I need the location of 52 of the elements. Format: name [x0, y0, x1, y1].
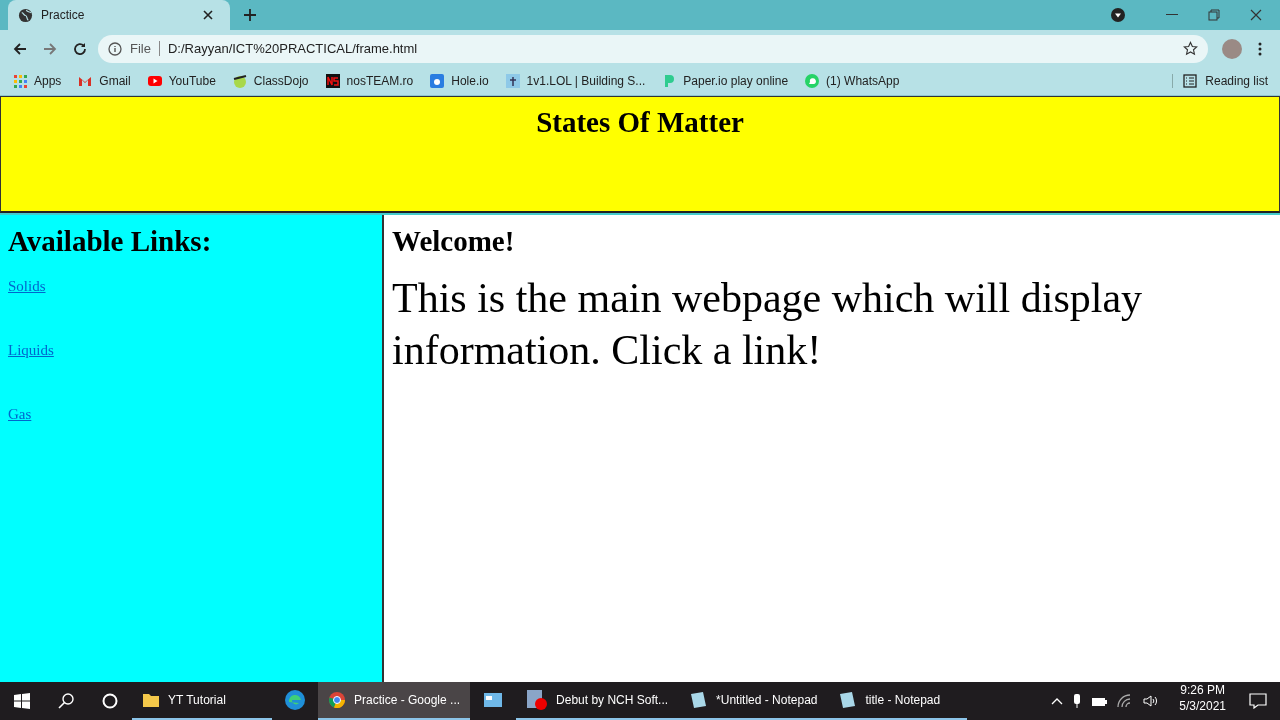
nav-link[interactable]: Liquids: [8, 342, 54, 359]
intro-text: This is the main webpage which will display information. Click a link!: [392, 274, 1144, 375]
bookmark-link[interactable]: 1v1.LOL | Building S...: [504, 73, 646, 89]
taskbar-app[interactable]: *Untitled - Notepad: [678, 682, 828, 720]
bookmark-link[interactable]: Apps: [12, 73, 62, 89]
taskbar-app[interactable]: title - Notepad: [827, 682, 968, 720]
browser-icon: [328, 691, 346, 709]
taskbar-app[interactable]: YT Tutorial: [132, 682, 272, 720]
page-title: States Of Matter: [536, 106, 744, 140]
folder-icon: [142, 692, 160, 708]
notepad-icon: [837, 691, 858, 709]
grid-icon: [12, 73, 28, 89]
globe-icon: [18, 7, 33, 23]
game-icon: [429, 73, 446, 89]
taskbar-app[interactable]: Practice - Google ...: [318, 682, 471, 720]
play-icon: [146, 73, 163, 89]
browser-icon: [284, 689, 306, 711]
welcome-heading: Welcome!: [392, 225, 516, 258]
sidebar-heading: Available Links:: [8, 225, 213, 258]
game-icon: [504, 73, 521, 89]
address-bar[interactable]: File D:/Rayyan/ICT%20PRACTICAL/frame.html: [98, 34, 1208, 63]
recorder-icon: [526, 689, 549, 711]
browser-tab[interactable]: Practice: [8, 0, 230, 30]
speaker-icon[interactable]: [1143, 694, 1160, 708]
bookmark-link[interactable]: Paper.io play online: [661, 73, 789, 89]
logo-icon: [324, 73, 341, 89]
url-text: D:/Rayyan/ICT%20PRACTICAL/frame.html: [167, 41, 419, 56]
chevron-up-icon[interactable]: [1051, 697, 1064, 705]
reading-list-button[interactable]: Reading list: [1172, 74, 1268, 88]
bookmark-link[interactable]: nosTEAM.ro: [324, 73, 414, 89]
list-icon: [1183, 74, 1198, 88]
notepad-icon: [688, 691, 709, 709]
bookmark-link[interactable]: YouTube: [146, 73, 216, 89]
chat-icon: [804, 73, 821, 89]
bookmark-link[interactable]: (1) WhatsApp: [804, 73, 900, 89]
time-text: 9:26 PM: [1180, 682, 1225, 698]
scheme-label: File: [130, 41, 160, 56]
tab-title: Practice: [41, 8, 86, 22]
star-icon[interactable]: [1183, 41, 1198, 56]
nav-link[interactable]: Solids: [8, 278, 46, 295]
date-text: 5/3/2021: [1179, 698, 1226, 714]
bookmark-link[interactable]: Gmail: [77, 73, 131, 89]
clock[interactable]: 9:26 PM 5/3/2021: [1169, 682, 1236, 720]
smiley-icon: [231, 73, 248, 89]
info-icon: [108, 41, 122, 56]
microphone-icon[interactable]: [1073, 693, 1082, 709]
nav-link[interactable]: Gas: [8, 406, 32, 423]
bookmark-link[interactable]: ClassDojo: [231, 73, 309, 89]
bookmark-link[interactable]: Hole.io: [429, 73, 489, 89]
window-icon: [483, 692, 504, 708]
battery-icon[interactable]: [1091, 695, 1108, 707]
taskbar-app[interactable]: Debut by NCH Soft...: [516, 682, 679, 720]
